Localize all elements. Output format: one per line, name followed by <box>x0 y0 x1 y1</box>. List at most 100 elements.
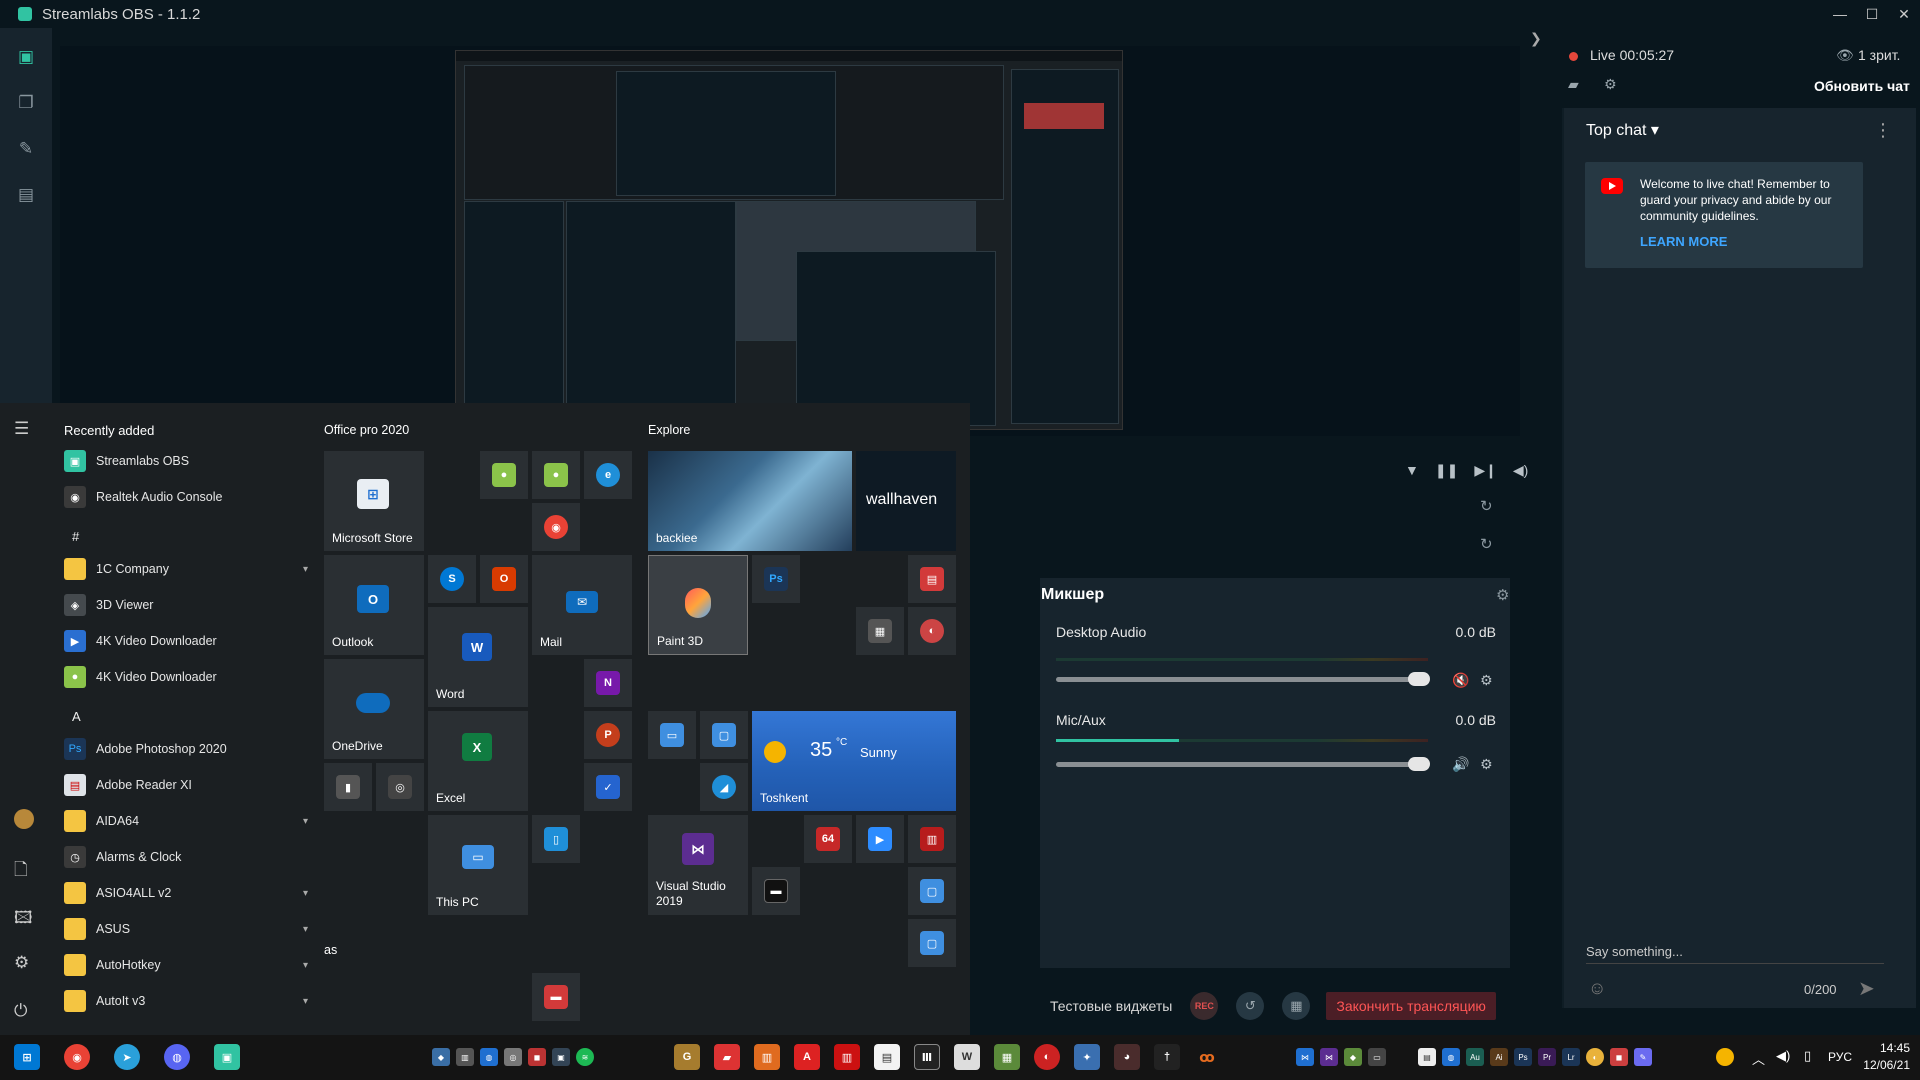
tray-app-icon[interactable]: ▤ <box>1418 1048 1436 1066</box>
chat-input[interactable]: Say something... <box>1586 944 1884 964</box>
game-icon[interactable]: Ⅲ <box>914 1044 940 1070</box>
minimize-button[interactable]: — <box>1824 0 1856 28</box>
game-icon[interactable]: ꝏ <box>1194 1044 1220 1070</box>
rec-button[interactable]: REC <box>1190 992 1219 1020</box>
fader-knob[interactable] <box>1408 757 1430 771</box>
tile-app[interactable]: ▬ <box>532 973 580 1021</box>
tray-app-icon[interactable]: Lr <box>1562 1048 1580 1066</box>
tile-photoshop[interactable]: Ps <box>752 555 800 603</box>
tray-app-icon[interactable]: Ps <box>1514 1048 1532 1066</box>
tile-powerpoint[interactable]: P <box>584 711 632 759</box>
gear-icon[interactable]: ⚙ <box>1480 756 1493 773</box>
tile-excel[interactable]: X Excel <box>428 711 528 811</box>
tray-app-icon[interactable]: ◼ <box>1610 1048 1628 1066</box>
tray-app-icon[interactable]: ▥ <box>456 1048 474 1066</box>
game-icon[interactable]: ▥ <box>754 1044 780 1070</box>
tile-weather[interactable]: 35 °C Sunny Toshkent <box>752 711 956 811</box>
tray-app-icon[interactable]: ◆ <box>432 1048 450 1066</box>
game-icon[interactable]: ◐ <box>1034 1044 1060 1070</box>
tray-app-icon[interactable]: ◍ <box>1442 1048 1460 1066</box>
tile-paint-3d[interactable]: Paint 3D <box>648 555 748 655</box>
tile-wallhaven[interactable]: wallhaven <box>856 451 956 551</box>
reset-icon[interactable]: ↻ <box>1480 497 1493 515</box>
tray-app-icon[interactable]: ▣ <box>552 1048 570 1066</box>
tile-app[interactable]: ◐ <box>908 607 956 655</box>
streamlabs-taskbar-icon[interactable]: ▣ <box>214 1044 240 1070</box>
tray-app-icon[interactable]: ⋈ <box>1320 1048 1338 1066</box>
tile-app[interactable]: ● <box>532 451 580 499</box>
tile-skype[interactable]: S <box>428 555 476 603</box>
hamburger-icon[interactable]: ☰ <box>14 419 29 439</box>
chevron-up-icon[interactable]: ︿ <box>1752 1049 1765 1068</box>
tile-terminal[interactable]: ▬ <box>752 867 800 915</box>
filter-icon[interactable]: ▼ <box>1405 462 1419 479</box>
layout-icon[interactable]: ❐ <box>0 80 52 126</box>
chevron-right-icon[interactable]: ❯ <box>1530 30 1542 47</box>
tile-office[interactable]: O <box>480 555 528 603</box>
tray-app-icon[interactable]: Ai <box>1490 1048 1508 1066</box>
tile-microsoft-store[interactable]: ⊞ Microsoft Store <box>324 451 424 551</box>
refresh-chat-button[interactable]: Обновить чат <box>1814 78 1910 94</box>
volume-fader[interactable] <box>1056 757 1430 771</box>
tray-app-icon[interactable]: ✎ <box>1634 1048 1652 1066</box>
group-as[interactable]: as <box>324 943 337 957</box>
end-stream-button[interactable]: Закончить трансляцию <box>1326 992 1496 1020</box>
game-icon[interactable]: ◕ <box>1114 1044 1140 1070</box>
csgo-icon[interactable]: G <box>674 1044 700 1070</box>
maximize-button[interactable]: ☐ <box>1856 0 1888 28</box>
tile-visual-studio[interactable]: ⋈ Visual Studio 2019 <box>648 815 748 915</box>
tile-chrome[interactable]: ◉ <box>532 503 580 551</box>
app-realtek[interactable]: ◉ Realtek Audio Console <box>64 479 308 515</box>
mute-icon[interactable]: 🔇 <box>1452 672 1469 689</box>
tile-onedrive[interactable]: OneDrive <box>324 659 424 759</box>
tile-zoom[interactable]: ▶ <box>856 815 904 863</box>
tile-app[interactable]: ▥ <box>908 815 956 863</box>
tray-app-icon[interactable]: ◎ <box>504 1048 522 1066</box>
letter-header[interactable]: # <box>72 529 79 544</box>
tile-app[interactable]: ▮ <box>324 763 372 811</box>
pictures-icon[interactable]: 🖾 <box>14 905 33 934</box>
game-icon[interactable]: ✦ <box>1074 1044 1100 1070</box>
windows-start-icon[interactable]: ⊞ <box>14 1044 40 1070</box>
tile-outlook[interactable]: O Outlook <box>324 555 424 655</box>
tile-app[interactable]: ▭ <box>648 711 696 759</box>
app-4k-video-downloader[interactable]: ▶ 4K Video Downloader <box>64 623 308 659</box>
gear-icon[interactable]: ⚙ <box>1480 672 1493 689</box>
tile-app[interactable]: ◢ <box>700 763 748 811</box>
app-alarms-clock[interactable]: ◷ Alarms & Clock <box>64 839 308 875</box>
app-adobe-reader[interactable]: ▤ Adobe Reader XI <box>64 767 308 803</box>
group-office[interactable]: Office pro 2020 <box>324 423 409 437</box>
replay-icon[interactable]: ↺ <box>1236 992 1265 1020</box>
app-aida64[interactable]: AIDA64 ▾ <box>64 803 308 839</box>
tile-this-pc[interactable]: ▭ This PC <box>428 815 528 915</box>
tile-mail[interactable]: ✉ Mail <box>532 555 632 655</box>
tile-todo[interactable]: ✓ <box>584 763 632 811</box>
power-icon[interactable]: ⏻ <box>14 1001 27 1021</box>
speaker-icon[interactable]: 🔊 <box>1452 756 1469 773</box>
avatar[interactable] <box>14 809 34 829</box>
battery-icon[interactable]: ▯ <box>1804 1048 1811 1064</box>
clock-date[interactable]: 12/06/21 <box>1856 1058 1910 1072</box>
tile-onenote[interactable]: N <box>584 659 632 707</box>
tile-app[interactable]: ▢ <box>700 711 748 759</box>
minecraft-icon[interactable]: ▦ <box>994 1044 1020 1070</box>
chrome-icon[interactable]: ◉ <box>64 1044 90 1070</box>
document-icon[interactable]: ▤ <box>874 1044 900 1070</box>
close-button[interactable]: ✕ <box>1888 0 1920 28</box>
fader-knob[interactable] <box>1408 672 1430 686</box>
tile-backiee[interactable]: backiee <box>648 451 852 551</box>
tile-app[interactable]: ▯ <box>532 815 580 863</box>
app-asio4all[interactable]: ASIO4ALL v2 ▾ <box>64 875 308 911</box>
more-options-icon[interactable]: ⋮ <box>1874 120 1892 141</box>
app-streamlabs-obs[interactable]: ▣ Streamlabs OBS <box>64 443 308 479</box>
game-icon[interactable]: † <box>1154 1044 1180 1070</box>
tile-camera[interactable]: ◎ <box>376 763 424 811</box>
top-chat-dropdown[interactable]: Top chat ▾ <box>1586 120 1659 140</box>
tile-app[interactable]: ▢ <box>908 867 956 915</box>
tray-app-icon[interactable]: ◍ <box>480 1048 498 1066</box>
language-indicator[interactable]: РУС <box>1828 1050 1852 1064</box>
tile-calculator[interactable]: ▦ <box>856 607 904 655</box>
clip-icon[interactable]: ▰ <box>1568 76 1579 93</box>
app-1c-company[interactable]: 1C Company ▾ <box>64 551 308 587</box>
themes-icon[interactable]: ✎ <box>0 126 52 172</box>
